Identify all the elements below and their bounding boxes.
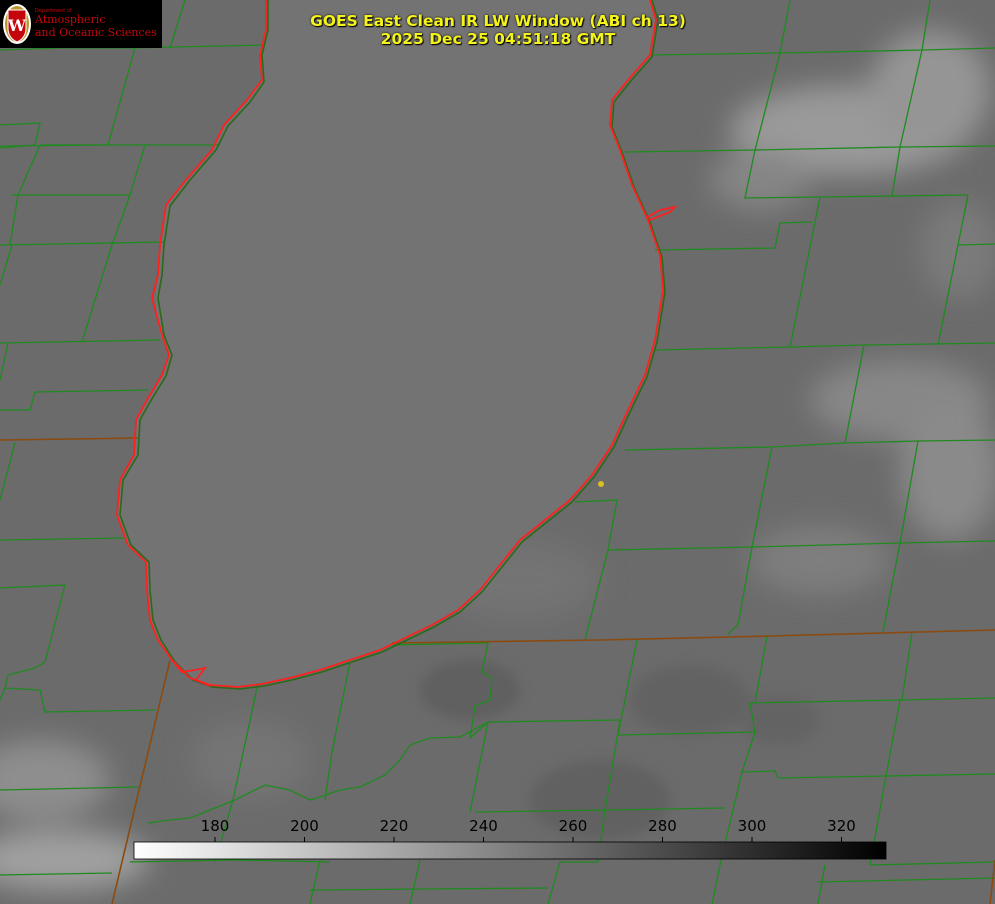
colorbar-tick-label: 200 <box>290 817 319 835</box>
colorbar-tick-label: 280 <box>648 817 677 835</box>
colorbar-tick-label: 320 <box>827 817 856 835</box>
colorbar-tick-label: 300 <box>738 817 767 835</box>
colorbar-tick-label: 180 <box>201 817 230 835</box>
temperature-colorbar: 180 200 220 240 260 280 300 320 <box>133 817 887 860</box>
colorbar-tick-label: 220 <box>380 817 409 835</box>
colorbar-gradient <box>133 841 887 860</box>
colorbar-tick-label: 260 <box>559 817 588 835</box>
colorbar-ticks: 180 200 220 240 260 280 300 320 <box>201 817 856 842</box>
colorbar-tick-label: 240 <box>469 817 498 835</box>
satellite-image-view: W Department of Atmospheric and Oceanic … <box>0 0 995 904</box>
